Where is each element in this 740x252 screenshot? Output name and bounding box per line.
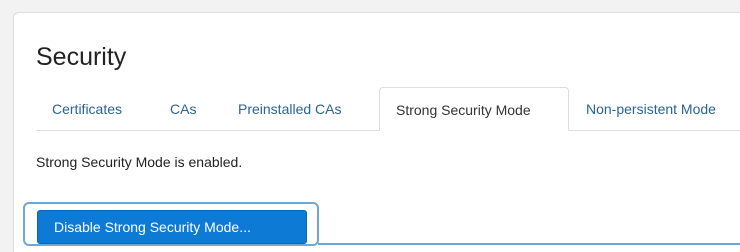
strong-security-status: Strong Security Mode is enabled. (36, 154, 243, 170)
tab-non-persistent-mode[interactable]: Non-persistent Mode (570, 87, 732, 131)
focus-underline (318, 243, 740, 246)
security-tabs: Certificates CAs Preinstalled CAs Strong… (36, 87, 740, 131)
disable-strong-security-mode-button[interactable]: Disable Strong Security Mode... (37, 210, 307, 244)
tab-strong-security-mode[interactable]: Strong Security Mode (379, 87, 569, 131)
tab-preinstalled-cas[interactable]: Preinstalled CAs (222, 87, 358, 131)
security-page: Security Certificates CAs Preinstalled C… (0, 0, 740, 252)
page-title: Security (36, 43, 127, 71)
tab-cas[interactable]: CAs (154, 87, 212, 131)
tab-certificates[interactable]: Certificates (36, 87, 138, 131)
